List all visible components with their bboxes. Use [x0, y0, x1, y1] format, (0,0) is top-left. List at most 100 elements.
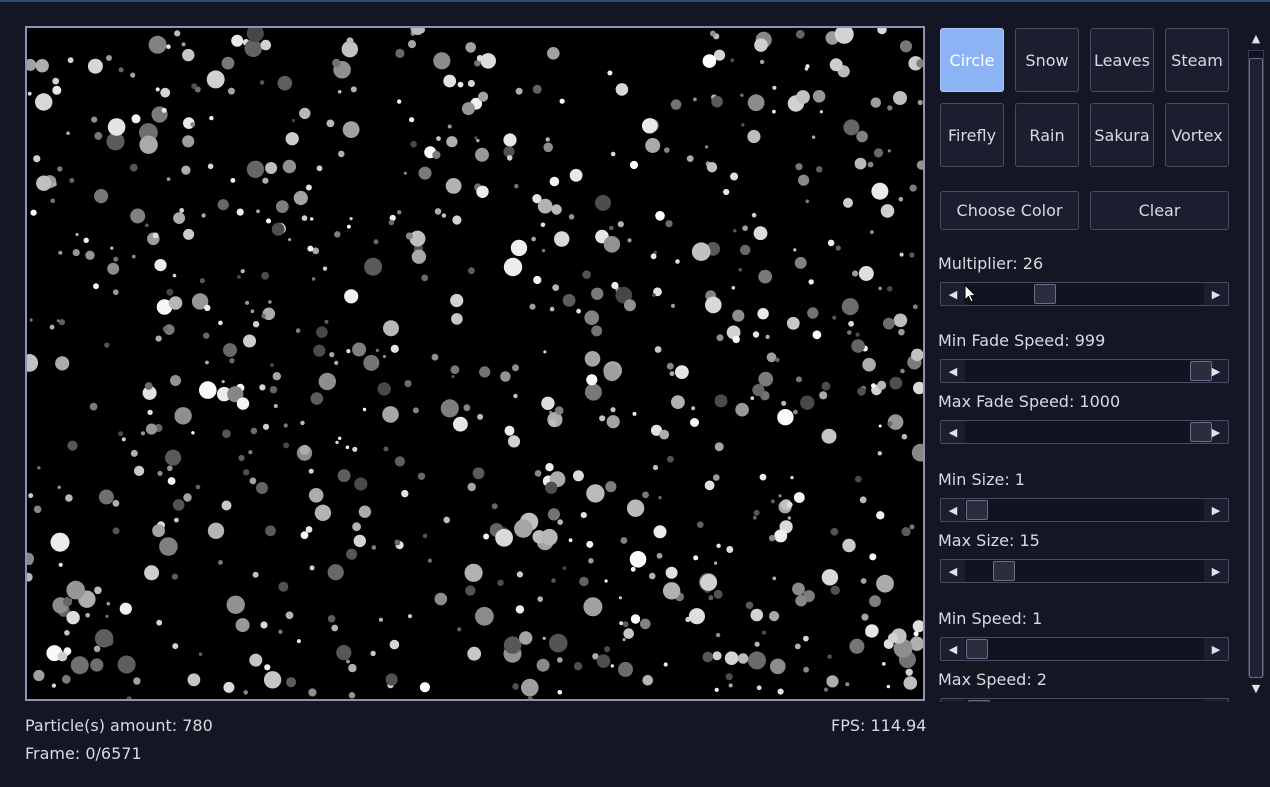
right-arrow-icon[interactable]: ▶ [1204, 360, 1228, 382]
particle [126, 696, 132, 699]
particle [431, 353, 439, 361]
particle [786, 501, 793, 508]
particle [130, 72, 136, 78]
slider-track[interactable] [965, 499, 1204, 521]
particle [300, 420, 305, 426]
right-arrow-icon[interactable]: ▶ [1204, 638, 1228, 660]
particle-canvas[interactable] [25, 26, 925, 701]
particle [665, 566, 678, 579]
slider-thumb[interactable] [968, 700, 990, 702]
particle [133, 677, 141, 685]
particle [584, 383, 602, 401]
left-arrow-icon[interactable]: ◀ [941, 638, 965, 660]
particle [898, 196, 904, 202]
preset-firefly-button[interactable]: Firefly [940, 103, 1004, 167]
slider-track[interactable] [965, 699, 1204, 702]
down-arrow-icon[interactable]: ▼ [1246, 678, 1266, 698]
particle [235, 618, 250, 633]
slider-track[interactable] [965, 283, 1204, 305]
min-size-slider[interactable]: ◀ ▶ [940, 498, 1229, 522]
particle [917, 99, 923, 106]
max-speed-slider[interactable]: ◀ ▶ [940, 698, 1229, 702]
preset-sakura-button[interactable]: Sakura [1090, 103, 1154, 167]
particle [104, 342, 110, 348]
particle [238, 454, 245, 462]
max-fade-speed-slider[interactable]: ◀ ▶ [940, 420, 1229, 444]
particle [807, 307, 819, 319]
clear-button[interactable]: Clear [1090, 191, 1229, 230]
particle [344, 289, 359, 304]
preset-leaves-button[interactable]: Leaves [1090, 28, 1154, 92]
particle [641, 118, 658, 134]
particle [491, 503, 498, 510]
particle [714, 394, 728, 408]
left-arrow-icon[interactable]: ◀ [941, 499, 965, 521]
particle [383, 446, 389, 452]
particle [300, 531, 309, 540]
slider-thumb[interactable] [966, 639, 988, 659]
particle [446, 136, 458, 148]
multiplier-slider[interactable]: ◀ ▶ [940, 282, 1229, 306]
particle [586, 540, 594, 548]
slider-thumb[interactable] [1034, 284, 1056, 304]
particle [33, 669, 45, 682]
particle [476, 138, 480, 143]
particle [170, 375, 181, 386]
right-arrow-icon[interactable]: ▶ [1204, 560, 1228, 582]
particle [738, 267, 743, 272]
particle [620, 537, 628, 544]
particle [758, 371, 774, 387]
preset-rain-button[interactable]: Rain [1015, 103, 1079, 167]
min-fade-speed-slider[interactable]: ◀ ▶ [940, 359, 1229, 383]
slider-track[interactable] [965, 360, 1212, 382]
preset-snow-button[interactable]: Snow [1015, 28, 1079, 92]
slider-thumb[interactable] [966, 500, 988, 520]
particle [326, 119, 335, 128]
particle [198, 652, 203, 656]
particle [845, 682, 850, 687]
particle [152, 232, 159, 239]
particle [591, 287, 604, 300]
particle [912, 304, 918, 310]
slider-thumb[interactable] [993, 561, 1015, 581]
right-arrow-icon[interactable]: ▶ [1204, 499, 1228, 521]
preset-vortex-button[interactable]: Vortex [1165, 103, 1229, 167]
particle [35, 59, 49, 73]
particle [223, 681, 235, 693]
slider-track[interactable] [965, 560, 1204, 582]
right-arrow-icon[interactable]: ▶ [1204, 283, 1228, 305]
left-arrow-icon[interactable]: ◀ [941, 360, 965, 382]
right-arrow-icon[interactable]: ▶ [1204, 699, 1228, 702]
particle [803, 635, 809, 642]
left-arrow-icon[interactable]: ◀ [941, 699, 965, 702]
particle [547, 47, 560, 60]
particle [182, 135, 195, 148]
particle [911, 443, 923, 462]
slider-track[interactable] [965, 638, 1204, 660]
preset-steam-button[interactable]: Steam [1165, 28, 1229, 92]
particle [532, 84, 542, 94]
slider-track[interactable] [965, 421, 1212, 443]
particle [549, 176, 560, 187]
particle [751, 212, 757, 218]
particle [310, 392, 324, 405]
particle [708, 595, 714, 601]
scrollbar-thumb[interactable] [1249, 58, 1263, 678]
right-arrow-icon[interactable]: ▶ [1204, 421, 1228, 443]
left-arrow-icon[interactable]: ◀ [941, 421, 965, 443]
particle [887, 149, 891, 153]
particle [507, 435, 521, 448]
up-arrow-icon[interactable]: ▲ [1246, 28, 1266, 48]
particle [167, 477, 176, 485]
left-arrow-icon[interactable]: ◀ [941, 560, 965, 582]
particle [57, 651, 68, 662]
particle [805, 199, 810, 204]
min-speed-slider[interactable]: ◀ ▶ [940, 637, 1229, 661]
max-size-slider[interactable]: ◀ ▶ [940, 559, 1229, 583]
panel-scrollbar[interactable]: ▲ ▼ [1246, 28, 1266, 698]
left-arrow-icon[interactable]: ◀ [941, 283, 965, 305]
particle [85, 250, 95, 260]
particle [529, 303, 536, 310]
choose-color-button[interactable]: Choose Color [940, 191, 1079, 230]
preset-circle-button[interactable]: Circle [940, 28, 1004, 92]
